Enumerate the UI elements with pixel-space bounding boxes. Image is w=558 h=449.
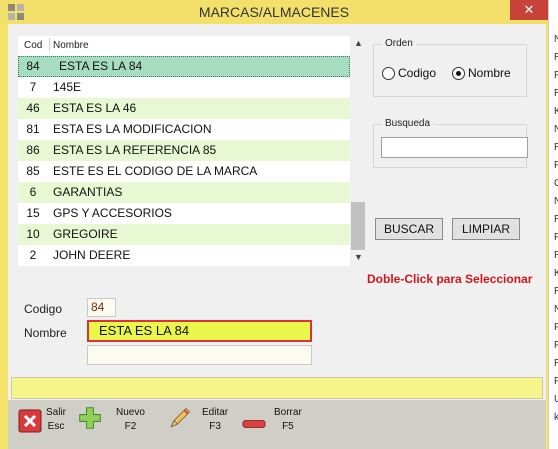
borrar-button[interactable]: Borrar F5: [240, 400, 310, 449]
background-text-fragment: R: [554, 88, 558, 99]
row-nombre: ESTA ES LA 46: [53, 101, 137, 115]
row-nombre: GREGOIRE: [53, 227, 118, 241]
borrar-label: Borrar F5: [274, 407, 302, 432]
buscar-button[interactable]: BUSCAR: [375, 218, 443, 240]
list-row[interactable]: 85 ESTE ES EL CODIGO DE LA MARCA: [18, 161, 350, 182]
background-text-fragment: C: [554, 178, 558, 189]
background-text-fragment: F: [554, 322, 558, 333]
list-row[interactable]: 10 GREGOIRE: [18, 224, 350, 245]
row-nombre: ESTA ES LA 84: [59, 59, 143, 73]
scroll-thumb[interactable]: [351, 202, 365, 250]
scroll-up-icon[interactable]: ▲: [354, 38, 363, 48]
background-text-fragment: R: [554, 52, 558, 63]
background-text-fragment: F: [554, 70, 558, 81]
row-nombre: JOHN DEERE: [53, 248, 131, 262]
nuevo-label: Nuevo F2: [116, 407, 145, 432]
row-nombre: GPS Y ACCESORIOS: [53, 206, 172, 220]
background-text-fragment: N: [554, 196, 558, 207]
radio-codigo[interactable]: [382, 67, 395, 80]
row-nombre: ESTA ES LA MODIFICACION: [53, 122, 212, 136]
radio-codigo-label[interactable]: Codigo: [398, 66, 436, 80]
column-header-nombre[interactable]: Nombre: [53, 40, 89, 51]
row-nombre: ESTA ES LA REFERENCIA 85: [53, 143, 217, 157]
busqueda-title: Busqueda: [382, 118, 434, 129]
scroll-down-icon[interactable]: ▼: [354, 252, 363, 262]
background-text-fragment: F: [554, 160, 558, 171]
salir-label: Salir Esc: [46, 407, 67, 432]
extra-field[interactable]: [87, 345, 312, 365]
plus-icon: [79, 407, 101, 429]
background-text-fragment: R: [554, 358, 558, 369]
row-cod: 2: [29, 248, 37, 262]
bottom-toolbar: Salir Esc Nuevo F2 Editar F3 Borrar F5: [8, 400, 546, 449]
background-text-fragment: R: [554, 142, 558, 153]
row-nombre: 145E: [53, 80, 82, 94]
codigo-field[interactable]: 84: [87, 298, 116, 317]
list-row[interactable]: 2 JOHN DEERE: [18, 245, 350, 266]
editar-label: Editar F3: [202, 407, 229, 432]
background-text-fragment: N: [554, 304, 558, 315]
background-text-fragment: F: [554, 340, 558, 351]
nombre-label: Nombre: [24, 326, 67, 340]
nuevo-button[interactable]: Nuevo F2: [78, 400, 150, 449]
form-body: Cod Nombre 84 ESTA ES LA 84 7 145E 46 ES…: [8, 24, 546, 400]
double-click-hint: Doble-Click para Seleccionar: [367, 272, 533, 286]
background-text-fragment: F: [554, 232, 558, 243]
list-row[interactable]: 15 GPS Y ACCESORIOS: [18, 203, 350, 224]
background-text-fragment: R: [554, 286, 558, 297]
list-row[interactable]: 46 ESTA ES LA 46: [18, 98, 350, 119]
column-divider: [49, 38, 50, 52]
pencil-icon: [170, 407, 191, 428]
row-nombre: GARANTIAS: [53, 185, 123, 199]
status-bar: [11, 377, 543, 399]
close-x-icon: [18, 409, 42, 433]
background-text-fragment: K: [554, 268, 558, 279]
background-window-edge: NRFRKNRFCNRFRKRNFFRFUk: [548, 0, 558, 449]
list-header: Cod Nombre: [18, 36, 350, 54]
list-row[interactable]: 86 ESTA ES LA REFERENCIA 85: [18, 140, 350, 161]
codigo-label: Codigo: [24, 302, 63, 316]
row-cod: 86: [26, 143, 40, 157]
background-text-fragment: K: [554, 106, 558, 117]
background-text-fragment: U: [554, 394, 558, 405]
row-nombre: ESTE ES EL CODIGO DE LA MARCA: [53, 164, 258, 178]
orden-title: Orden: [382, 38, 416, 49]
column-header-cod[interactable]: Cod: [24, 40, 42, 51]
radio-nombre-label[interactable]: Nombre: [468, 66, 511, 80]
background-text-fragment: N: [554, 124, 558, 135]
row-cod: 10: [26, 227, 40, 241]
salir-button[interactable]: Salir Esc: [14, 400, 72, 449]
background-text-fragment: F: [554, 376, 558, 387]
orden-group: Orden Codigo Nombre: [373, 38, 527, 97]
list-row[interactable]: 7 145E: [18, 77, 350, 98]
marcas-list[interactable]: Cod Nombre 84 ESTA ES LA 84 7 145E 46 ES…: [18, 36, 366, 266]
background-text-fragment: N: [554, 34, 558, 45]
search-input[interactable]: [381, 137, 528, 158]
list-row[interactable]: 6 GARANTIAS: [18, 182, 350, 203]
row-cod: 7: [29, 80, 37, 94]
background-text-fragment: R: [554, 250, 558, 261]
list-row[interactable]: 84 ESTA ES LA 84: [18, 56, 350, 77]
radio-nombre[interactable]: [452, 67, 465, 80]
list-row[interactable]: 81 ESTA ES LA MODIFICACION: [18, 119, 350, 140]
nombre-field[interactable]: ESTA ES LA 84: [87, 320, 312, 342]
row-cod: 15: [26, 206, 40, 220]
list-scrollbar[interactable]: ▲ ▼: [350, 36, 366, 266]
editar-button[interactable]: Editar F3: [166, 400, 232, 449]
row-cod: 84: [26, 59, 40, 73]
background-text-fragment: R: [554, 214, 558, 225]
radio-selected-dot: [456, 71, 461, 76]
app-window: MARCAS/ALMACENES ✕ Cod Nombre 84 ESTA ES…: [0, 0, 548, 449]
window-title: MARCAS/ALMACENES: [198, 4, 350, 20]
row-cod: 85: [26, 164, 40, 178]
minus-icon: [242, 420, 266, 428]
row-cod: 6: [29, 185, 37, 199]
row-cod: 81: [26, 122, 40, 136]
background-text-fragment: k: [554, 412, 558, 423]
busqueda-group: Busqueda: [373, 118, 528, 168]
row-cod: 46: [26, 101, 40, 115]
close-button[interactable]: ✕: [510, 0, 548, 20]
title-bar: MARCAS/ALMACENES ✕: [0, 0, 548, 24]
limpiar-button[interactable]: LIMPIAR: [452, 218, 520, 240]
